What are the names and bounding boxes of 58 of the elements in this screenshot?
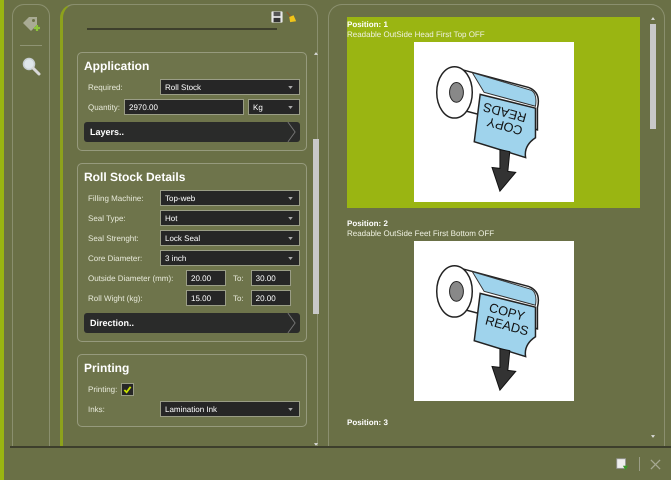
scroll-up-icon[interactable] xyxy=(651,17,655,20)
caret-icon xyxy=(288,86,294,88)
caret-icon xyxy=(288,408,294,410)
caret-icon xyxy=(288,236,294,240)
caret-icon xyxy=(288,256,294,260)
dropdown[interactable]: Roll Stock xyxy=(160,79,300,95)
dropdown[interactable]: Lamination Ink xyxy=(160,401,300,417)
roll-drawing: COPY READS xyxy=(435,66,539,192)
field-label: Quantity: xyxy=(88,102,120,112)
field-label: Inks: xyxy=(88,404,106,414)
search-icon[interactable] xyxy=(21,56,41,76)
dropdown[interactable]: Hot xyxy=(160,210,300,226)
position-description: Readable OutSide Head First Top OFF xyxy=(347,30,486,39)
position-description: Readable OutSide Feet First Bottom OFF xyxy=(347,229,496,238)
position-title: Position: 1 xyxy=(347,20,389,29)
field-label: Required: xyxy=(88,82,124,92)
to-field[interactable]: 20.00 xyxy=(250,290,291,306)
scroll-up-icon[interactable] xyxy=(314,52,318,55)
field-label: Printing: xyxy=(88,384,118,394)
to-label: To: xyxy=(233,294,244,302)
position-title: Position: 3 xyxy=(347,418,389,427)
section-title: Roll Stock Details xyxy=(84,170,186,184)
field-label: Filling Machine: xyxy=(88,194,145,202)
position-item[interactable]: Position: 2 Readable OutSide Feet First Bottom OFF COPY READS xyxy=(347,216,640,407)
section-title: Application xyxy=(84,59,150,73)
scrollbar-thumb[interactable] xyxy=(650,24,656,129)
export-icon[interactable] xyxy=(615,457,629,471)
from-field[interactable]: 20.00 xyxy=(186,270,226,286)
section-title: Printing xyxy=(84,361,130,375)
quantity-field[interactable]: 2970.00 xyxy=(124,99,244,115)
scroll-down-icon[interactable] xyxy=(651,435,655,438)
dropdown[interactable]: Lock Seal xyxy=(160,230,300,246)
scrollbar-thumb[interactable] xyxy=(313,139,320,314)
expander-bar[interactable]: Direction.. xyxy=(84,313,300,333)
broom-icon[interactable] xyxy=(285,11,297,23)
position-item[interactable]: Position: 1 Readable OutSide Head First Top OFF COPY READS xyxy=(347,17,640,208)
position-item[interactable]: Position: 3 xyxy=(347,415,640,433)
unit-dropdown[interactable]: Kg xyxy=(248,99,300,115)
caret-icon xyxy=(288,106,294,108)
dropdown[interactable]: 3 inch xyxy=(160,250,300,266)
position-title: Position: 2 xyxy=(347,219,389,228)
field-label: Seal Type: xyxy=(88,214,127,222)
caret-icon xyxy=(288,196,294,200)
to-field[interactable]: 30.00 xyxy=(250,270,291,286)
field-label: Outside Diameter (mm): xyxy=(88,274,174,282)
to-label: To: xyxy=(233,274,244,282)
field-label: Seal Strenght: xyxy=(88,234,140,242)
roll-drawing: COPY READS xyxy=(435,264,539,392)
caret-icon xyxy=(288,216,294,220)
expander-bar[interactable]: Layers.. xyxy=(84,122,300,142)
from-field[interactable]: 15.00 xyxy=(186,290,226,306)
save-icon[interactable] xyxy=(271,11,283,23)
close-icon[interactable] xyxy=(650,458,661,470)
checkbox[interactable] xyxy=(121,382,134,396)
field-label: Core Diameter: xyxy=(88,254,144,262)
dropdown[interactable]: Top-web xyxy=(160,190,300,206)
scroll-down-icon[interactable] xyxy=(314,443,318,446)
field-label: Roll Wight (kg): xyxy=(88,294,144,302)
